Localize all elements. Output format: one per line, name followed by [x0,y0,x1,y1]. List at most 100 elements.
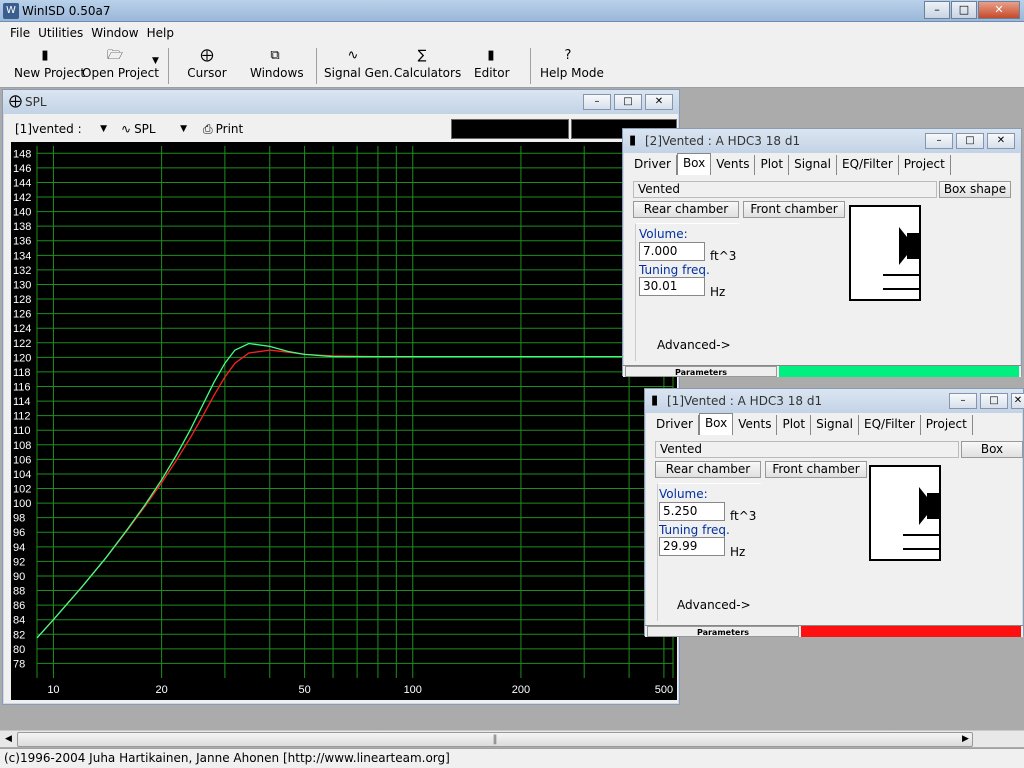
vented-2-controls: – □ ✕ [922,133,1015,149]
vented-box-diagram-icon [883,227,921,290]
advanced-button[interactable]: Advanced-> [677,598,751,612]
tab-plot[interactable]: Plot [755,155,790,175]
question-icon: ? [564,48,572,63]
vented-2-statusbar: Parameters [623,365,1021,377]
rear-chamber-button[interactable]: Rear chamber [655,461,761,478]
open-project-dropdown-icon[interactable]: ▼ [152,56,159,66]
restore-button[interactable]: □ [956,133,984,149]
y-tick-label: 112 [13,411,31,423]
vented-1-window: ▮ [1]Vented : A HDC3 18 d1 – □ ✕ Driver … [644,388,1024,637]
editor-button[interactable]: ▮ Editor [474,46,510,86]
vented-1-titlebar[interactable]: ▮ [1]Vented : A HDC3 18 d1 – □ ✕ [645,389,1024,413]
y-tick-label: 88 [13,586,25,598]
menu-window[interactable]: Window [91,26,138,40]
box-diagram [849,205,921,301]
box-type-field: Vented [655,441,959,458]
tab-eq-filter[interactable]: EQ/Filter [858,415,921,435]
close-button[interactable]: ✕ [978,1,1020,19]
tab-eq-filter[interactable]: EQ/Filter [836,155,899,175]
close-button[interactable]: ✕ [1011,393,1024,409]
tuning-input[interactable]: 29.99 [659,537,725,556]
crosshair-icon: ⨁ [200,48,214,63]
volume-unit: ft^3 [710,249,737,263]
advanced-button[interactable]: Advanced-> [657,338,731,352]
close-button[interactable]: ✕ [645,94,673,110]
tab-vents[interactable]: Vents [711,155,756,175]
tuning-unit: Hz [710,285,726,299]
calculators-button[interactable]: ∑ Calculators [394,46,461,86]
menu-file[interactable]: File [10,26,30,40]
y-tick-label: 138 [13,221,31,233]
tab-signal[interactable]: Signal [789,155,837,175]
y-tick-label: 106 [13,454,31,466]
status-bar: (c)1996-2004 Juha Hartikainen, Janne Aho… [0,748,1024,768]
open-project-button[interactable]: 🗁 Open Project [82,46,159,86]
scroll-right-icon[interactable]: ▶ [957,732,974,747]
tab-box[interactable]: Box [676,153,712,175]
spl-window-title: SPL [25,95,47,109]
y-tick-label: 132 [13,265,31,277]
help-mode-button[interactable]: ? Help Mode [540,46,604,86]
restore-button[interactable]: □ [614,94,642,110]
y-tick-label: 146 [13,163,31,175]
y-tick-label: 134 [13,250,31,262]
x-tick-label: 500 [655,684,673,696]
volume-label: Volume: [659,487,708,501]
tab-signal[interactable]: Signal [811,415,859,435]
tab-project[interactable]: Project [898,155,951,175]
new-project-button[interactable]: ▮ New Project [14,46,85,86]
y-tick-label: 148 [13,148,31,160]
y-tick-label: 126 [13,309,31,321]
scroll-left-icon[interactable]: ◀ [0,732,17,747]
tab-vents[interactable]: Vents [733,415,778,435]
scroll-thumb[interactable]: ‖ [17,732,973,747]
y-tick-label: 78 [13,658,25,670]
tuning-unit: Hz [730,545,746,559]
volume-input[interactable]: 7.000 [639,242,705,261]
print-button[interactable]: ⎙ Print [199,119,247,139]
workspace-hscrollbar[interactable]: ◀ ‖ ▶ [0,730,1024,747]
restore-button[interactable]: □ [980,393,1008,409]
tab-driver[interactable]: Driver [651,415,699,435]
y-tick-label: 84 [13,615,25,627]
tuning-input[interactable]: 30.01 [639,277,705,296]
speaker-icon: ▮ [487,48,495,63]
vented-1-tabs: Driver Box Vents Plot Signal EQ/Filter P… [651,413,973,435]
tab-driver[interactable]: Driver [629,155,677,175]
tab-project[interactable]: Project [920,415,973,435]
spl-window-controls: – □ ✕ [580,94,673,110]
box-shape-button[interactable]: Box shape [939,181,1011,198]
vented-1-title: [1]Vented : A HDC3 18 d1 [667,394,823,408]
graph-type-select[interactable]: ∿ SPL ▼ [117,119,191,139]
minimize-button[interactable]: – [949,393,977,409]
spl-plot-area[interactable]: 78 80 82 84 86 88 90 92 94 96 98 100 102 104 106 108 110… [11,142,677,700]
box-type-field: Vented [633,181,937,198]
minimize-button[interactable]: – [924,1,950,19]
signal-gen-button[interactable]: ∿ Signal Gen. [324,46,393,86]
y-tick-label: 120 [13,352,31,364]
front-chamber-button[interactable]: Front chamber [743,201,845,218]
y-tick-label: 144 [13,177,31,189]
menu-utilities[interactable]: Utilities [38,26,83,40]
y-tick-label: 110 [13,425,31,437]
minimize-button[interactable]: – [583,94,611,110]
spl-chart[interactable]: 78 80 82 84 86 88 90 92 94 96 98 100 102 104 106 108 110… [11,142,677,700]
spl-window-titlebar[interactable]: ⨁ SPL – □ ✕ [3,90,679,114]
tab-box[interactable]: Box [698,413,734,435]
tab-plot[interactable]: Plot [777,415,812,435]
cursor-button[interactable]: ⨁ Cursor [184,46,230,86]
windows-button[interactable]: ⧉ Windows [250,46,304,86]
y-tick-label: 98 [13,513,25,525]
maximize-button[interactable]: □ [951,1,977,19]
front-chamber-button[interactable]: Front chamber [765,461,867,478]
speaker-icon: ▮ [629,133,637,148]
vented-2-titlebar[interactable]: ▮ [2]Vented : A HDC3 18 d1 – □ ✕ [623,129,1021,153]
project-select[interactable]: [1]vented : ▼ [11,119,111,139]
close-button[interactable]: ✕ [987,133,1015,149]
minimize-button[interactable]: – [925,133,953,149]
menu-help[interactable]: Help [147,26,174,40]
rear-chamber-button[interactable]: Rear chamber [633,201,739,218]
volume-input[interactable]: 5.250 [659,502,725,521]
box-shape-button[interactable]: Box shape [961,441,1023,458]
y-tick-label: 118 [13,367,31,379]
